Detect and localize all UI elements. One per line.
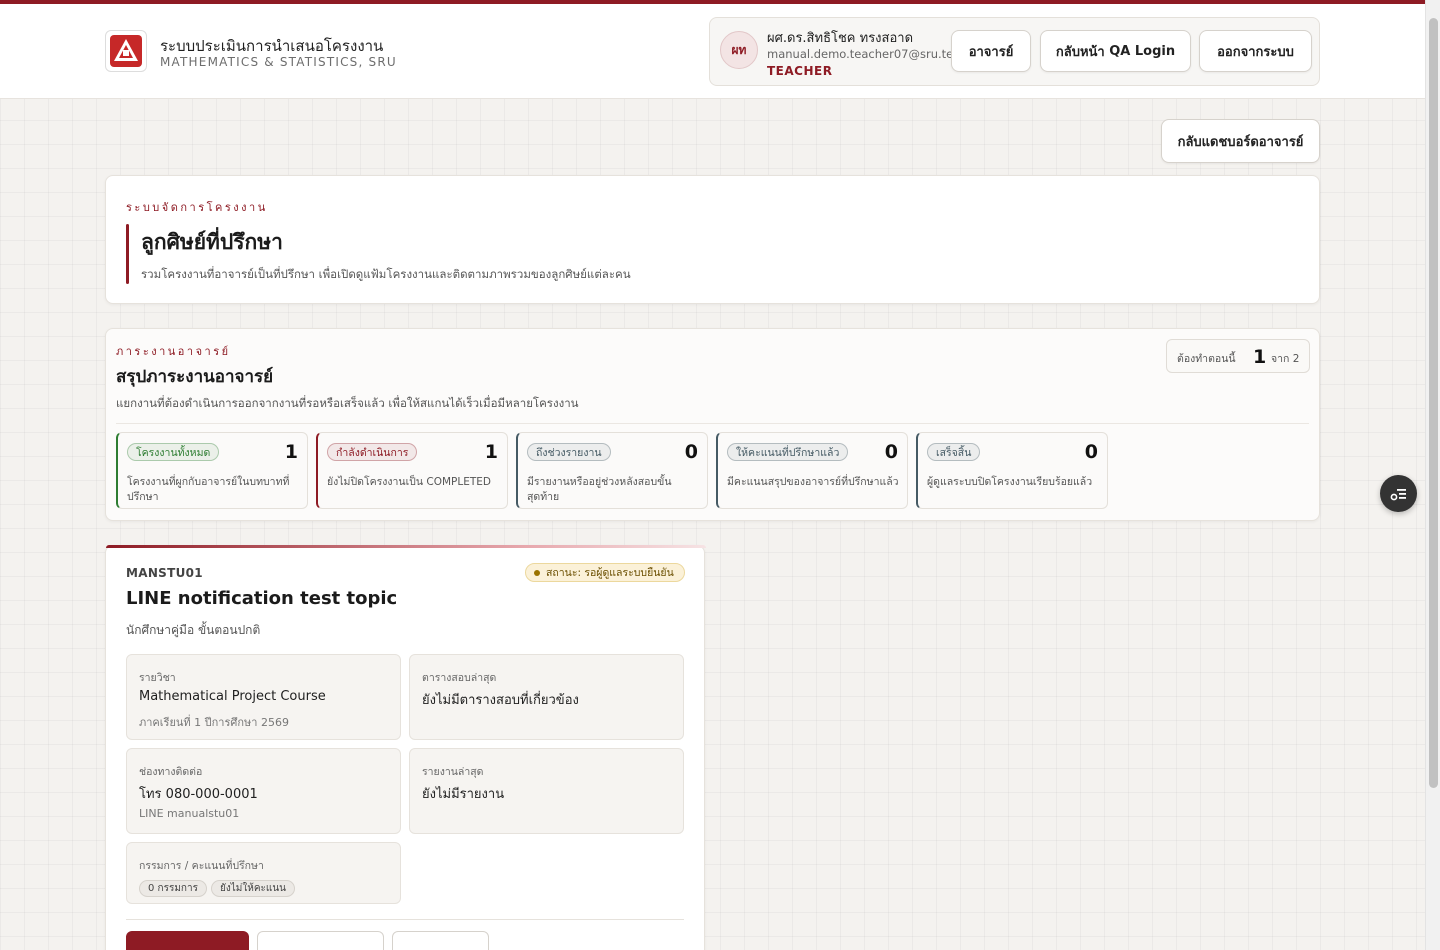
course-label: รายวิชา [139,672,176,684]
todo-counter: ต้องทำตอนนี้ 1 จาก 2 [1166,339,1310,373]
stat-description: โครงงานที่ผูกกับอาจารย์ในบทบาทที่ปรึกษา [127,476,290,503]
page-title: ลูกศิษย์ที่ปรึกษา [141,230,283,254]
scrollbar-thumb[interactable] [1429,18,1438,788]
todo-count: 1 [1253,346,1267,368]
user-email: manual.demo.teacher07@sru.test [767,47,964,61]
todo-label: ต้องทำตอนนี้ [1177,353,1236,365]
committee-count-chip: 0 กรรมการ [139,880,207,897]
stat-tag: เสร็จสิ้น [927,443,981,461]
report-label: รายงานล่าสุด [422,766,484,778]
qa-login-button[interactable]: กลับหน้า QA Login [1040,30,1191,72]
schedule-value: ยังไม่มีตารางสอบที่เกี่ยวข้อง [422,693,579,708]
stat-card: โครงงานทั้งหมด 1 โครงงานที่ผูกกับอาจารย์ใน… [116,432,308,509]
todo-total: จาก 2 [1271,353,1300,365]
qa-login-bold: QA Login [1109,43,1176,59]
stat-description: ยังไม่ปิดโครงงานเป็น COMPLETED [327,476,491,488]
sru-logo-icon [110,35,142,67]
title-accent-bar [126,224,129,284]
project-code: MANSTU01 [126,566,203,580]
floating-toc-button[interactable] [1380,475,1417,512]
qa-login-prefix: กลับหน้า [1055,44,1110,60]
page-scrollbar[interactable] [1425,0,1440,950]
stat-card: ให้คะแนนที่ปรึกษาแล้ว 0 มีคะแนนสรุปของอาจา… [716,432,908,509]
teacher-button[interactable]: อาจารย์ [951,30,1031,72]
contact-line: LINE manualstu01 [139,807,240,820]
stat-value: 0 [1084,441,1098,463]
status-dot-icon [534,569,540,576]
logout-button[interactable]: ออกจากระบบ [1199,30,1312,72]
project-card-accent [106,545,706,548]
user-panel: ผท ผศ.ดร.สิทธิโชค ทรงสอาด manual.demo.te… [709,17,1320,86]
stat-tag: ถึงช่วงรายงาน [527,443,611,461]
avatar: ผท [720,31,758,69]
project-title[interactable]: LINE notification test topic [126,588,397,609]
stat-description: ผู้ดูแลระบบปิดโครงงานเรียบร้อยแล้ว [927,476,1093,488]
page-header-card: ระบบจัดการโครงงาน ลูกศิษย์ที่ปรึกษา รวมโ… [105,175,1320,304]
app-subtitle: MATHEMATICS & STATISTICS, SRU [160,55,397,69]
project-card: MANSTU01 สถานะ: รอผู้ดูแลระบบยืนยัน LINE… [105,545,706,950]
stat-tag: กำลังดำเนินการ [327,443,418,461]
user-name: ผศ.ดร.สิทธิโชค ทรงสอาด [767,31,914,46]
workload-title: สรุปภาระงานอาจารย์ [116,367,274,387]
contact-phone: โทร 080-000-0001 [139,787,258,802]
contact-label: ช่องทางติดต่อ [139,766,203,778]
stat-description: มีรายงานหรืออยู่ช่วงหลังสอบขั้นสุดท้าย [527,476,672,503]
app-header: ระบบประเมินการนำเสนอโครงงาน MATHEMATICS … [0,4,1425,99]
page-description: รวมโครงงานที่อาจารย์เป็นที่ปรึกษา เพื่อเ… [141,267,631,281]
stat-description: มีคะแนนสรุปของอาจารย์ที่ปรึกษาแล้ว [727,476,899,488]
tertiary-action-button[interactable] [392,931,489,950]
course-value: Mathematical Project Course [139,689,326,704]
stat-value: 0 [684,441,698,463]
course-info: รายวิชา Mathematical Project Course ภาคเ… [126,654,401,740]
open-project-button[interactable] [126,931,249,950]
score-status-chip: ยังไม่ให้คะแนน [210,880,295,897]
status-badge: สถานะ: รอผู้ดูแลระบบยืนยัน [525,563,685,582]
committee-label: กรรมการ / คะแนนที่ปรึกษา [139,860,264,872]
workload-divider [116,423,1309,424]
stat-value: 1 [284,441,298,463]
stat-tag: โครงงานทั้งหมด [127,443,220,461]
stat-card: กำลังดำเนินการ 1 ยังไม่ปิดโครงงานเป็น COMP… [316,432,508,509]
schedule-info: ตารางสอบล่าสุด ยังไม่มีตารางสอบที่เกี่ยว… [409,654,684,740]
course-term: ภาคเรียนที่ 1 ปีการศึกษา 2569 [139,716,289,729]
committee-chips: 0 กรรมการ ยังไม่ให้คะแนน [139,876,299,897]
project-card-divider [126,919,684,920]
toc-icon [1390,488,1406,500]
app-logo[interactable] [105,30,147,72]
stat-card: เสร็จสิ้น 0 ผู้ดูแลระบบปิดโครงงานเรียบร้อย… [916,432,1108,509]
stat-card: ถึงช่วงรายงาน 0 มีรายงานหรืออยู่ช่วงหลังสอ… [516,432,708,509]
contact-info: ช่องทางติดต่อ โทร 080-000-0001 LINE manu… [126,748,401,834]
stat-tag: ให้คะแนนที่ปรึกษาแล้ว [727,443,849,461]
report-info: รายงานล่าสุด ยังไม่มีรายงาน [409,748,684,834]
stat-value: 0 [884,441,898,463]
report-value: ยังไม่มีรายงาน [422,787,505,802]
project-student: นักศึกษาคู่มือ ขั้นตอนปกติ [126,623,261,637]
status-text: สถานะ: รอผู้ดูแลระบบยืนยัน [546,567,674,579]
workload-eyebrow: ภาระงานอาจารย์ [116,345,231,358]
secondary-action-button[interactable] [257,931,384,950]
user-role: TEACHER [767,64,833,78]
stat-value: 1 [484,441,498,463]
schedule-label: ตารางสอบล่าสุด [422,672,497,684]
committee-info: กรรมการ / คะแนนที่ปรึกษา 0 กรรมการ ยังไม่… [126,842,401,904]
back-to-dashboard-button[interactable]: กลับแดชบอร์ดอาจารย์ [1161,119,1320,163]
workload-summary-card: ภาระงานอาจารย์ สรุปภาระงานอาจารย์ แยกงาน… [105,328,1320,521]
page-eyebrow: ระบบจัดการโครงงาน [126,201,268,214]
workload-description: แยกงานที่ต้องดำเนินการออกจากงานที่รอหรือ… [116,396,579,410]
